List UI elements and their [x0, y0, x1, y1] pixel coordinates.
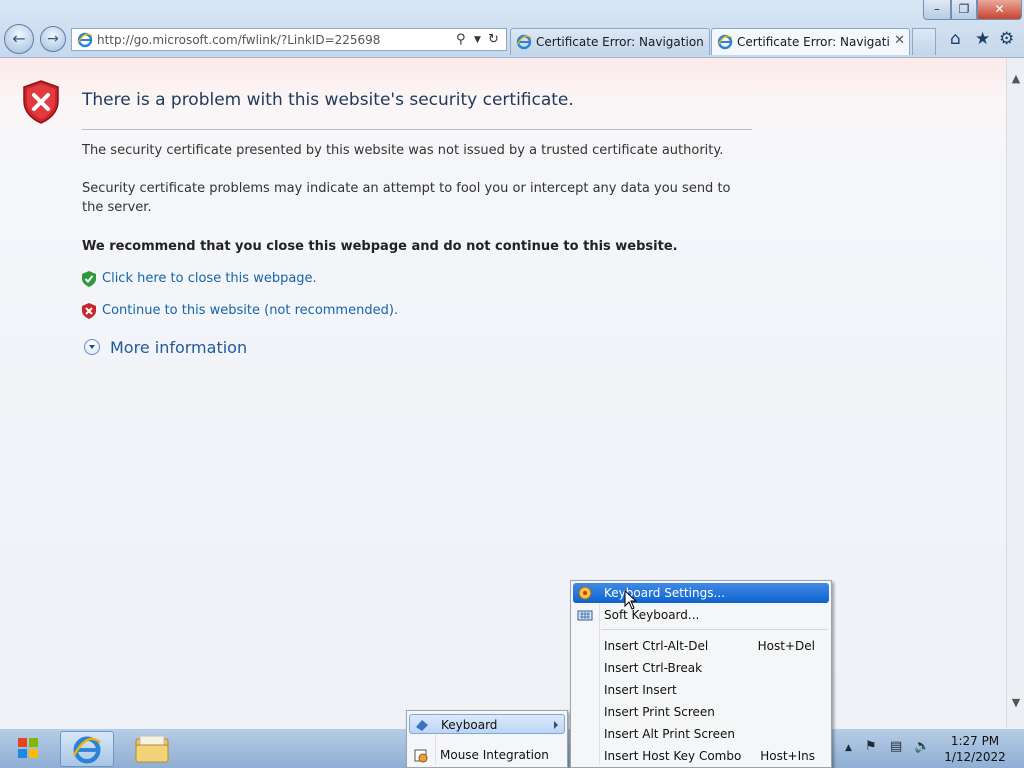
- taskbar-file-explorer[interactable]: [126, 731, 180, 767]
- expand-chevron-icon[interactable]: [84, 339, 100, 355]
- divider: [82, 129, 752, 130]
- vm-context-menu: Keyboard Mouse Integration: [406, 710, 568, 768]
- dropdown-icon[interactable]: ▼: [474, 35, 481, 45]
- cert-warning-text: Security certificate problems may indica…: [82, 181, 731, 215]
- ie-tab-icon: [516, 34, 532, 50]
- menu-item-insert-alt-print-screen[interactable]: Insert Alt Print Screen: [573, 724, 829, 744]
- forward-arrow-icon: →: [47, 31, 59, 47]
- green-shield-check-icon: [82, 271, 96, 287]
- network-icon[interactable]: ▤: [890, 739, 902, 754]
- volume-icon[interactable]: 🔈: [914, 739, 930, 754]
- menu-item-label: Insert Host Key Combo: [604, 749, 742, 763]
- menu-item-insert-insert[interactable]: Insert Insert: [573, 680, 829, 700]
- soft-keyboard-icon: [577, 610, 593, 621]
- internet-explorer-icon: [72, 736, 101, 764]
- more-information-link[interactable]: More information: [110, 338, 247, 357]
- continue-to-website-link[interactable]: Continue to this website (not recommende…: [102, 303, 398, 318]
- red-shield-x-icon: [82, 303, 96, 319]
- menu-item-shortcut: Host+Ins: [760, 749, 815, 763]
- browser-chrome: – ❐ ✕ ← → http://go.microsoft.com/fwlink…: [0, 0, 1024, 58]
- mouse-integration-icon: [414, 749, 428, 763]
- forward-button[interactable]: →: [40, 26, 66, 52]
- tab-certificate-error-1[interactable]: Certificate Error: Navigation Bl...: [510, 28, 710, 55]
- tab-label: Certificate Error: Navigation...: [737, 35, 889, 49]
- close-window-button[interactable]: ✕: [977, 0, 1022, 20]
- taskbar-internet-explorer[interactable]: [60, 731, 114, 767]
- menu-item-insert-ctrl-alt-del[interactable]: Insert Ctrl-Alt-Del Host+Del: [573, 636, 829, 656]
- back-arrow-icon: ←: [12, 29, 26, 48]
- back-button[interactable]: ←: [4, 24, 34, 54]
- menu-item-label: Keyboard: [441, 718, 498, 732]
- ie-page-icon: [77, 32, 93, 48]
- keyboard-menu-icon: [416, 720, 428, 731]
- restore-button[interactable]: ❐: [951, 0, 977, 20]
- submenu-arrow-icon: [554, 721, 558, 729]
- folder-icon: [135, 735, 169, 763]
- search-icon[interactable]: ⚲: [456, 32, 466, 47]
- menu-item-label: Insert Ctrl-Alt-Del: [604, 639, 709, 653]
- error-shield-icon: [23, 80, 59, 124]
- scroll-up-icon[interactable]: ▲: [1007, 72, 1024, 85]
- action-center-flag-icon[interactable]: ⚑: [865, 739, 877, 754]
- menu-item-mouse-integration[interactable]: Mouse Integration: [409, 745, 565, 765]
- menu-item-insert-host-key-combo[interactable]: Insert Host Key Combo Host+Ins: [573, 746, 829, 766]
- vertical-scrollbar[interactable]: ▲ ▼: [1006, 58, 1024, 728]
- page-title: There is a problem with this website's s…: [82, 90, 574, 110]
- scroll-down-icon[interactable]: ▼: [1007, 696, 1024, 709]
- tools-gear-icon[interactable]: ⚙: [999, 29, 1014, 49]
- menu-item-label: Insert Print Screen: [604, 705, 715, 719]
- show-hidden-icons-icon[interactable]: ▲: [845, 743, 852, 753]
- refresh-icon[interactable]: ↻: [488, 32, 499, 47]
- ie-tab-icon: [717, 34, 733, 50]
- menu-item-shortcut: Host+Del: [757, 639, 815, 653]
- menu-item-insert-print-screen[interactable]: Insert Print Screen: [573, 702, 829, 722]
- tab-certificate-error-2[interactable]: Certificate Error: Navigation... ✕: [711, 28, 910, 55]
- menu-item-label: Keyboard Settings...: [604, 586, 725, 600]
- home-icon[interactable]: ⌂: [950, 29, 961, 49]
- menu-separator: [601, 629, 827, 630]
- menu-item-label: Insert Ctrl-Break: [604, 661, 703, 675]
- start-button-windows-logo-icon[interactable]: [4, 731, 52, 767]
- new-tab-button[interactable]: [912, 28, 936, 55]
- menu-item-label: Insert Alt Print Screen: [604, 727, 735, 741]
- minimize-button[interactable]: –: [923, 0, 951, 20]
- keyboard-settings-icon: [578, 586, 592, 600]
- system-clock[interactable]: 1:27 PM 1/12/2022: [940, 733, 1010, 765]
- favorites-star-icon[interactable]: ★: [975, 29, 990, 49]
- clock-date: 1/12/2022: [944, 750, 1006, 764]
- address-bar[interactable]: http://go.microsoft.com/fwlink/?LinkID=2…: [71, 28, 507, 51]
- menu-item-label: Soft Keyboard...: [604, 608, 700, 622]
- menu-item-label: Insert Insert: [604, 683, 677, 697]
- clock-time: 1:27 PM: [950, 734, 1000, 748]
- menu-item-insert-ctrl-break[interactable]: Insert Ctrl-Break: [573, 658, 829, 678]
- recommendation-text: We recommend that you close this webpage…: [82, 239, 678, 254]
- keyboard-submenu: Keyboard Settings... Soft Keyboard... In…: [570, 580, 832, 768]
- menu-item-keyboard[interactable]: Keyboard: [409, 714, 565, 734]
- mouse-pointer-icon: [624, 590, 638, 610]
- address-url: http://go.microsoft.com/fwlink/?LinkID=2…: [97, 33, 381, 47]
- menu-item-keyboard-settings[interactable]: Keyboard Settings...: [573, 583, 829, 603]
- tab-close-icon[interactable]: ✕: [894, 33, 905, 48]
- menu-item-soft-keyboard[interactable]: Soft Keyboard...: [573, 605, 829, 625]
- close-webpage-link[interactable]: Click here to close this webpage.: [102, 271, 317, 286]
- tab-label: Certificate Error: Navigation Bl...: [536, 35, 708, 49]
- cert-explanation-text: The security certificate presented by th…: [82, 143, 724, 158]
- menu-item-label: Mouse Integration: [440, 748, 549, 762]
